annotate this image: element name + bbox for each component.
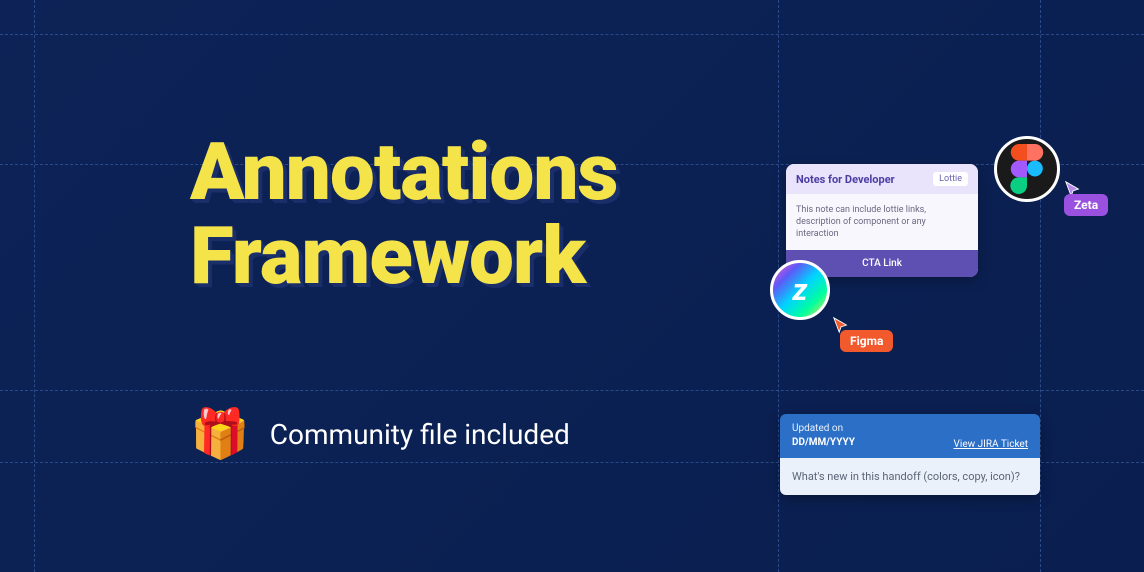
headline-line-1: Annotations: [190, 130, 618, 214]
note-title: Notes for Developer: [796, 173, 895, 186]
sub-text: Community file included: [270, 418, 570, 451]
zeta-tag: Zeta: [1064, 194, 1108, 216]
developer-note-card: Notes for Developer Lottie This note can…: [786, 164, 978, 277]
guide-line: [34, 0, 35, 572]
gift-icon: 🎁: [190, 410, 250, 458]
jira-ticket-link[interactable]: View JIRA Ticket: [954, 439, 1028, 450]
jira-updated: Updated on DD/MM/YYYY: [792, 422, 855, 450]
figma-logo-icon: [1010, 144, 1044, 194]
note-body: This note can include lottie links, desc…: [786, 194, 978, 250]
sub-row: 🎁 Community file included: [190, 410, 570, 458]
figma-avatar: [994, 136, 1060, 202]
guide-line: [0, 390, 1144, 391]
jira-updated-value: DD/MM/YYYY: [792, 436, 855, 450]
jira-updated-label: Updated on: [792, 422, 855, 436]
headline: Annotations Framework: [190, 130, 618, 298]
jira-card: Updated on DD/MM/YYYY View JIRA Ticket W…: [780, 414, 1040, 495]
z-avatar: z: [770, 260, 830, 320]
z-avatar-letter: z: [793, 273, 808, 308]
headline-line-2: Framework: [190, 214, 618, 298]
jira-header: Updated on DD/MM/YYYY View JIRA Ticket: [780, 414, 1040, 458]
guide-line: [1040, 0, 1041, 572]
figma-tag: Figma: [840, 330, 893, 352]
guide-line: [0, 34, 1144, 35]
note-header: Notes for Developer Lottie: [786, 164, 978, 194]
jira-body: What's new in this handoff (colors, copy…: [780, 458, 1040, 495]
note-tag: Lottie: [933, 172, 968, 186]
